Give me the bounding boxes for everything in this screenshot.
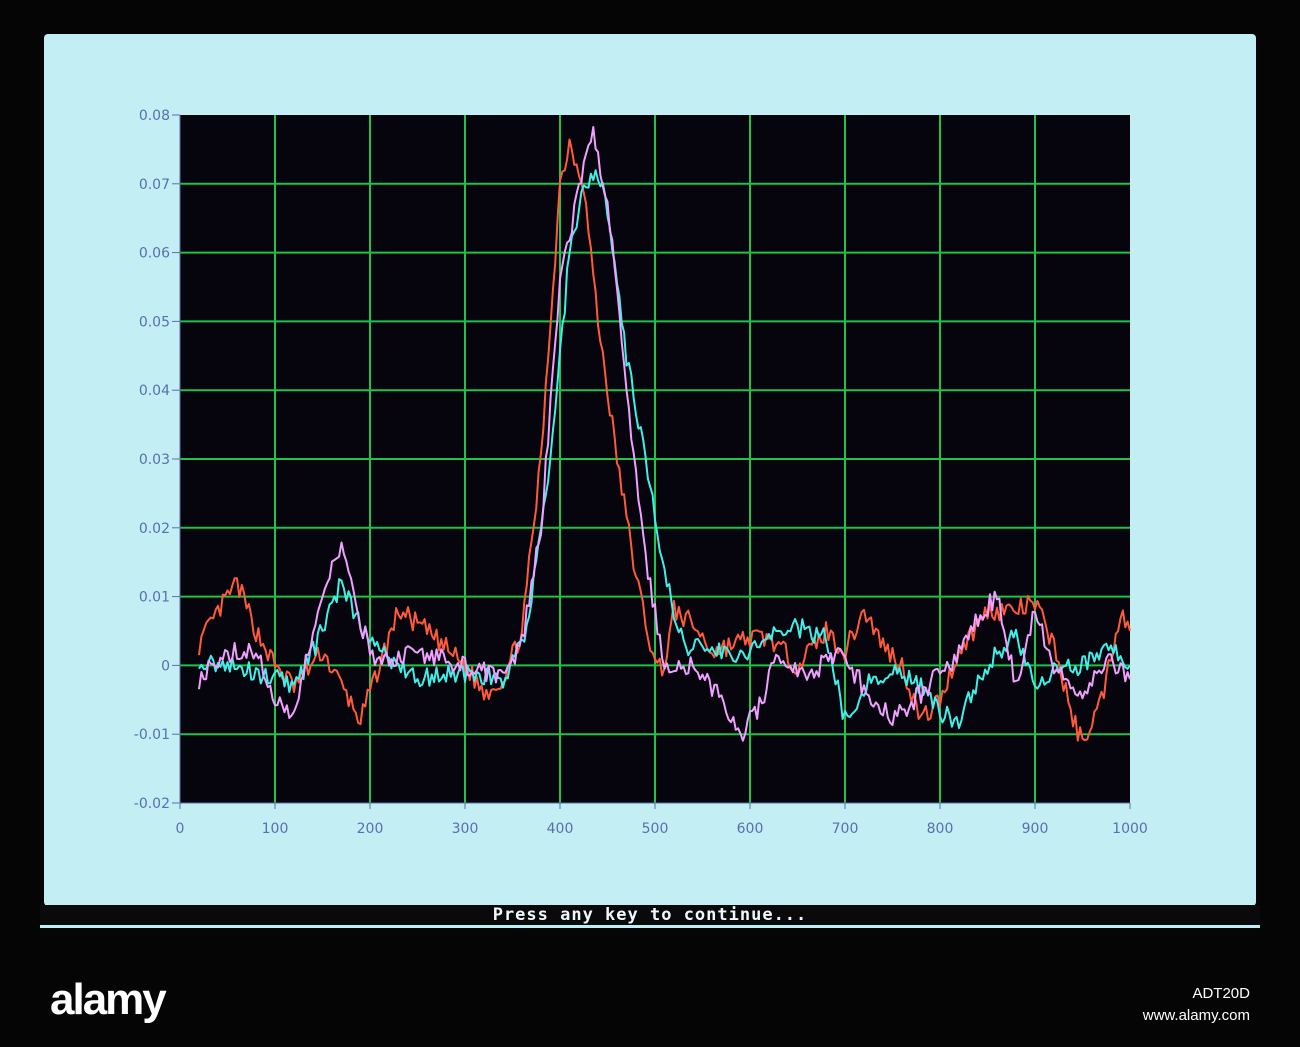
image-id: ADT20D <box>1192 985 1250 1002</box>
y-tick-label: 0.07 <box>139 177 170 193</box>
x-tick-label: 300 <box>452 821 479 837</box>
x-tick-label: 200 <box>357 821 384 837</box>
x-tick-label: 700 <box>832 821 859 837</box>
x-tick-label: 100 <box>262 821 289 837</box>
x-tick-label: 800 <box>927 821 954 837</box>
y-tick-label: 0.03 <box>139 452 170 468</box>
y-tick-label: -0.02 <box>134 796 170 812</box>
status-prompt: Press any key to continue... <box>40 905 1260 928</box>
site-url: www.alamy.com <box>1142 1007 1250 1024</box>
watermark-logo: alamy <box>50 975 167 1024</box>
x-tick-label: 0 <box>176 821 185 837</box>
x-tick-label: 500 <box>642 821 669 837</box>
x-tick-label: 900 <box>1022 821 1049 837</box>
line-chart: 0 100 200 300 400 500 600 700 800 900 1000 -0.02 -0.… <box>134 108 1148 837</box>
x-tick-label: 400 <box>547 821 574 837</box>
y-tick-label: 0.05 <box>139 314 170 330</box>
y-tick-label: 0.02 <box>139 521 170 537</box>
image-credit: ADT20D www.alamy.com <box>1143 983 1250 1027</box>
x-tick-label: 600 <box>737 821 764 837</box>
y-tick-label: 0 <box>161 658 170 674</box>
y-tick-label: 0.08 <box>139 108 170 124</box>
y-tick-label: 0.06 <box>139 246 170 262</box>
x-tick-label: 1000 <box>1112 821 1148 837</box>
y-tick-label: -0.01 <box>134 727 170 743</box>
y-tick-label: 0.04 <box>139 383 170 399</box>
y-tick-label: 0.01 <box>139 590 170 606</box>
